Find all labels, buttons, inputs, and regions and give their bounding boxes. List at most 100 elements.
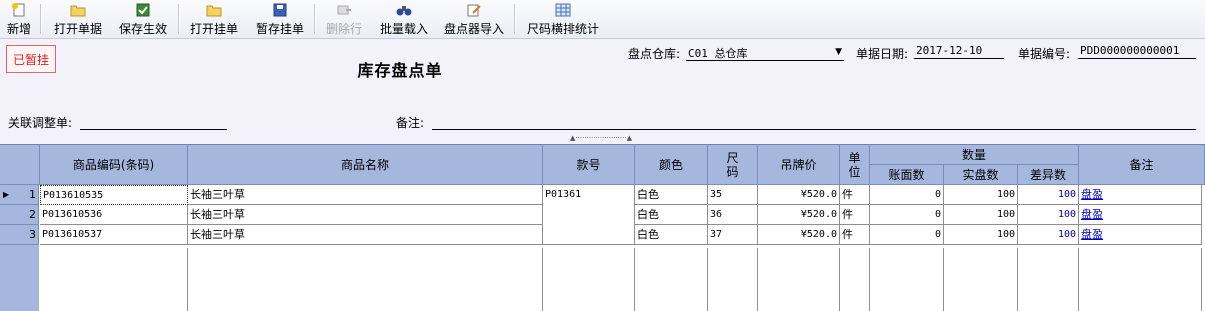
row-number-label: 3 [29,228,36,241]
cell-color[interactable]: 白色 [635,225,708,245]
warehouse-label: 盘点仓库: [628,47,681,61]
cell-size[interactable]: 35 [708,185,758,205]
cell-book-qty[interactable]: 0 [870,225,944,245]
grid-empty-line [869,248,870,311]
col-header-price[interactable]: 吊牌价 [758,144,840,185]
grid-empty-line [839,248,840,311]
folder-open-icon [70,3,86,17]
col-header-book-qty[interactable]: 账面数 [870,165,944,185]
save-apply-button[interactable]: 保存生效 [117,2,169,36]
date-field[interactable]: 2017-12-10 [914,44,1004,59]
col-header-name[interactable]: 商品名称 [188,144,543,185]
floppy-disk-icon [272,3,288,17]
row-number[interactable]: 3 [0,225,39,245]
delete-row-label: 删除行 [325,22,362,36]
delete-row-icon [336,3,352,17]
new-button[interactable]: 新增 [4,2,34,36]
col-header-size[interactable]: 尺码 [708,144,758,185]
table-grid-icon [555,3,571,17]
cell-name[interactable]: 长袖三叶草 [188,225,543,245]
cell-color[interactable]: 白色 [635,185,708,205]
row-number-label: 1 [29,188,36,201]
toolbar-separator [40,4,42,34]
col-header-unit[interactable]: 单位 [840,144,870,185]
grid-empty-line [542,248,543,311]
remark-label: 备注: [396,116,425,130]
cell-diff-qty[interactable]: 100 [1018,205,1079,225]
scanner-import-button[interactable]: 盘点器导入 [442,2,506,36]
cell-style[interactable] [543,205,635,225]
related-label: 关联调整单: [8,116,73,130]
cell-remark[interactable]: 盘盈 [1079,185,1202,205]
open-hold-button[interactable]: 打开挂单 [188,2,240,36]
grid-empty-line [187,248,188,311]
scanner-import-label: 盘点器导入 [443,22,504,36]
cell-name[interactable]: 长袖三叶草 [188,185,543,205]
corner-header [0,144,40,185]
col-header-qty-group: 数量 [870,144,1079,165]
batch-import-button[interactable]: 批量载入 [378,2,430,36]
cell-code[interactable]: P013610537 [40,225,188,245]
col-header-remark[interactable]: 备注 [1079,144,1205,185]
cell-remark[interactable]: 盘盈 [1079,205,1202,225]
docno-label: 单据编号: [1018,47,1071,61]
size-stats-button[interactable]: 尺码横排统计 [526,2,600,36]
related-field[interactable] [80,115,227,130]
toolbar: 新增 打开单据 保存生效 打开挂单 暂存挂单 删除行 批量载入 盘点器导入 尺码… [0,0,1205,39]
cell-style[interactable]: P01361 [543,185,635,205]
binoculars-icon [396,3,412,17]
date-label: 单据日期: [856,47,909,61]
current-row-pointer-icon: ▶ [3,190,10,199]
row-number[interactable]: ▶ 1 [0,185,39,205]
cell-price[interactable]: ¥520.0 [758,185,840,205]
delete-row-button[interactable]: 删除行 [324,2,364,36]
grid-empty-line [757,248,758,311]
cell-unit[interactable]: 件 [840,225,870,245]
cell-unit[interactable]: 件 [840,185,870,205]
batch-import-label: 批量载入 [379,22,428,36]
cell-book-qty[interactable]: 0 [870,185,944,205]
new-label: 新增 [6,22,31,36]
warehouse-value: C01 总仓库 [688,47,748,60]
hold-button[interactable]: 暂存挂单 [254,2,306,36]
open-hold-label: 打开挂单 [189,22,238,36]
cell-code[interactable]: P013610535 [40,185,188,205]
new-document-icon [11,3,27,17]
col-header-code[interactable]: 商品编码(条码) [40,144,188,185]
cell-diff-qty[interactable]: 100 [1018,185,1079,205]
grid-empty-line [1017,248,1018,311]
save-check-icon [135,3,151,17]
open-doc-label: 打开单据 [53,22,102,36]
cell-color[interactable]: 白色 [635,205,708,225]
dropdown-arrow-icon[interactable]: ▼ [835,47,842,57]
cell-remark[interactable]: 盘盈 [1079,225,1202,245]
cell-size[interactable]: 37 [708,225,758,245]
col-header-diff-qty[interactable]: 差异数 [1018,165,1079,185]
cell-book-qty[interactable]: 0 [870,205,944,225]
open-doc-button[interactable]: 打开单据 [52,2,104,36]
cell-diff-qty[interactable]: 100 [1018,225,1079,245]
col-header-color[interactable]: 颜色 [635,144,708,185]
toolbar-separator [314,4,316,34]
panel-splitter[interactable]: ▲·······················▲ [545,135,657,142]
cell-actual-qty[interactable]: 100 [944,205,1018,225]
cell-price[interactable]: ¥520.0 [758,225,840,245]
cell-size[interactable]: 36 [708,205,758,225]
col-header-actual-qty[interactable]: 实盘数 [944,165,1018,185]
cell-actual-qty[interactable]: 100 [944,225,1018,245]
grid-empty-line [707,248,708,311]
col-header-style[interactable]: 款号 [543,144,635,185]
cell-name[interactable]: 长袖三叶草 [188,205,543,225]
row-number[interactable]: 2 [0,205,39,225]
grid-empty-line [634,248,635,311]
remark-field[interactable] [432,115,1196,130]
row-number-label: 2 [29,208,36,221]
page-title: 库存盘点单 [357,61,443,80]
cell-style[interactable] [543,225,635,245]
cell-actual-qty[interactable]: 100 [944,185,1018,205]
cell-code[interactable]: P013610536 [40,205,188,225]
cell-unit[interactable]: 件 [840,205,870,225]
docno-field[interactable]: PDD000000000001 [1078,44,1196,59]
cell-price[interactable]: ¥520.0 [758,205,840,225]
warehouse-select[interactable]: C01 总仓库 ▼ [686,44,844,61]
